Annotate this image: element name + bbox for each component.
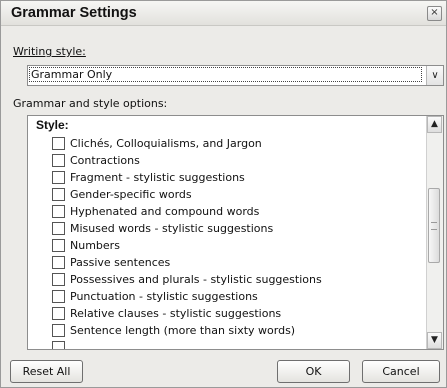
item-label: Hyphenated and compound words	[70, 205, 260, 218]
dialog-title: Grammar Settings	[11, 5, 137, 21]
list-item[interactable]: Possessives and plurals - stylistic sugg…	[52, 271, 322, 288]
item-label: Clichés, Colloquialisms, and Jargon	[70, 137, 262, 150]
checkbox[interactable]	[52, 171, 65, 184]
writing-style-label: Writing style:	[13, 45, 86, 58]
list-item[interactable]: Sentence length (more than sixty words)	[52, 322, 322, 339]
reset-all-label: Reset All	[22, 365, 71, 378]
item-label: Relative clauses - stylistic suggestions	[70, 307, 282, 320]
item-label: Fragment - stylistic suggestions	[70, 171, 245, 184]
title-bar: Grammar Settings ×	[1, 1, 446, 26]
scroll-down-icon[interactable]: ▼	[427, 332, 442, 349]
list-item[interactable]: Punctuation - stylistic suggestions	[52, 288, 322, 305]
item-label: Sentence length (more than sixty words)	[70, 324, 296, 337]
checkbox[interactable]	[52, 137, 65, 150]
grammar-options-label: Grammar and style options:	[13, 97, 168, 110]
scroll-up-icon[interactable]: ▲	[427, 116, 442, 133]
checkbox[interactable]	[52, 324, 65, 337]
writing-style-value: Grammar Only	[29, 67, 422, 82]
item-label: Possessives and plurals - stylistic sugg…	[70, 273, 322, 286]
checkbox[interactable]	[52, 205, 65, 218]
item-label: Contractions	[70, 154, 140, 167]
checkbox[interactable]	[52, 222, 65, 235]
list-item[interactable]: Gender-specific words	[52, 186, 322, 203]
checkbox[interactable]	[52, 341, 65, 349]
style-heading: Style:	[36, 118, 69, 132]
list-item[interactable]: Contractions	[52, 152, 322, 169]
list-item[interactable]: Relative clauses - stylistic suggestions	[52, 305, 322, 322]
item-label: Misused words - stylistic suggestions	[70, 222, 274, 235]
item-label: Gender-specific words	[70, 188, 192, 201]
list-item[interactable]: Misused words - stylistic suggestions	[52, 220, 322, 237]
options-items: Clichés, Colloquialisms, and Jargon Cont…	[52, 135, 322, 349]
vertical-scrollbar[interactable]: ▲ ▼	[426, 116, 443, 349]
checkbox[interactable]	[52, 188, 65, 201]
grammar-options-list[interactable]: Style: Clichés, Colloquialisms, and Jarg…	[27, 115, 444, 350]
item-label: Punctuation - stylistic suggestions	[70, 290, 258, 303]
grammar-settings-dialog: Grammar Settings × Writing style: Gramma…	[0, 0, 447, 388]
chevron-down-icon[interactable]: ∨	[426, 66, 443, 85]
checkbox[interactable]	[52, 239, 65, 252]
checkbox[interactable]	[52, 307, 65, 320]
list-item[interactable]: Passive sentences	[52, 254, 322, 271]
grip-icon	[431, 222, 437, 230]
list-item[interactable]: Hyphenated and compound words	[52, 203, 322, 220]
reset-all-button[interactable]: Reset All	[10, 360, 83, 383]
writing-style-label-text: Writing style:	[13, 45, 86, 58]
list-item[interactable]	[52, 339, 322, 349]
checkbox[interactable]	[52, 290, 65, 303]
checkbox[interactable]	[52, 256, 65, 269]
item-label: Numbers	[70, 239, 120, 252]
item-label: Passive sentences	[70, 256, 171, 269]
cancel-button[interactable]: Cancel	[362, 360, 440, 383]
list-item[interactable]: Fragment - stylistic suggestions	[52, 169, 322, 186]
checkbox[interactable]	[52, 154, 65, 167]
scroll-thumb[interactable]	[428, 188, 440, 263]
list-item[interactable]: Clichés, Colloquialisms, and Jargon	[52, 135, 322, 152]
close-icon[interactable]: ×	[427, 6, 442, 21]
ok-button[interactable]: OK	[277, 360, 350, 383]
writing-style-select[interactable]: Grammar Only ∨	[27, 65, 444, 86]
checkbox[interactable]	[52, 273, 65, 286]
list-item[interactable]: Numbers	[52, 237, 322, 254]
